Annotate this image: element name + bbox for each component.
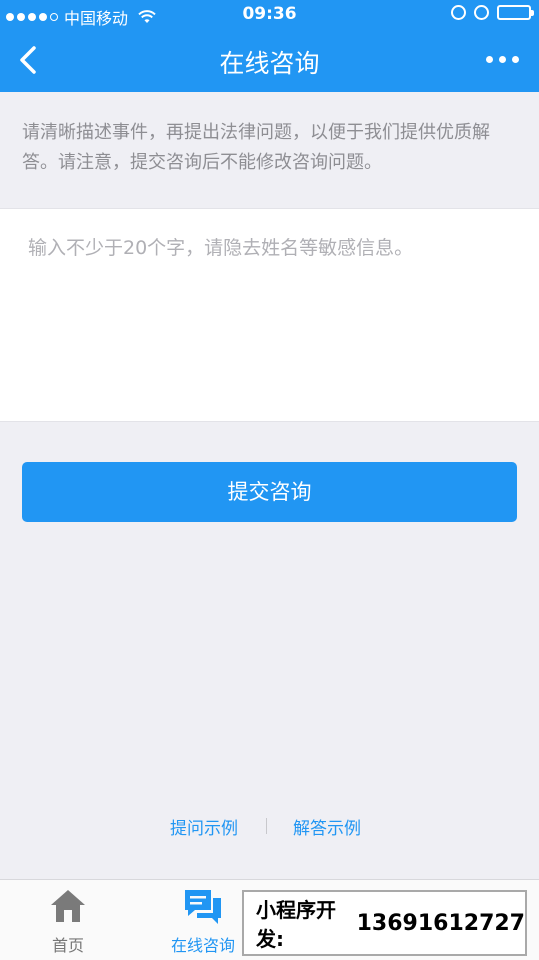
question-input-area <box>0 208 539 422</box>
nav-bar: 在线咨询 <box>0 30 539 92</box>
question-input[interactable] <box>0 209 539 421</box>
status-right <box>451 5 534 20</box>
tab-consult[interactable]: 在线咨询 <box>155 880 251 960</box>
answer-example-link[interactable]: 解答示例 <box>293 814 361 839</box>
notice-text: 请清晰描述事件，再提出法律问题，以便于我们提供优质解答。请注意，提交咨询后不能修… <box>22 122 490 173</box>
ask-example-link[interactable]: 提问示例 <box>170 814 238 839</box>
page-title: 在线咨询 <box>219 49 320 78</box>
tab-home-label: 首页 <box>51 936 84 955</box>
tab-consult-label: 在线咨询 <box>170 936 235 955</box>
example-links: 提问示例 解答示例 <box>0 814 539 842</box>
more-dots-icon[interactable] <box>486 56 519 63</box>
promo-label: 小程序开发: <box>256 898 336 951</box>
header: 中国移动 09:36 在线咨询 <box>0 0 539 92</box>
promo-phone: 13691612727 <box>356 910 525 936</box>
status-bar: 中国移动 09:36 <box>0 0 539 30</box>
link-divider <box>266 818 267 834</box>
battery-icon <box>497 5 534 20</box>
home-icon <box>51 890 85 922</box>
lock-rotation-icon <box>451 5 466 20</box>
chat-bubbles-icon <box>185 890 221 924</box>
submit-consult-button[interactable]: 提交咨询 <box>22 462 517 522</box>
tab-home[interactable]: 首页 <box>20 880 116 960</box>
promo-banner: 小程序开发: 13691612727 <box>242 890 527 956</box>
alarm-icon <box>474 5 489 20</box>
